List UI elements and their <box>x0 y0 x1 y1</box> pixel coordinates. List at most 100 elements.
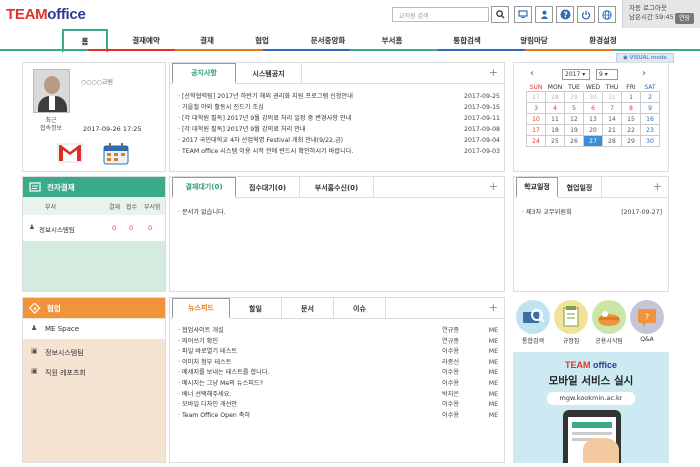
nav-notice-board[interactable]: 알림마당 <box>504 29 564 51</box>
list-item[interactable]: · 메세지를 보내는 테스트를 합니다. 이수용 ME <box>178 368 498 379</box>
calendar-day-today[interactable]: 27 <box>583 135 603 147</box>
calendar-day[interactable]: 17 <box>526 124 546 136</box>
list-item[interactable]: · 이미지 첨부 테스트 라종선 ME <box>178 358 498 369</box>
plus-icon[interactable]: + <box>489 301 498 314</box>
tab-dept-received[interactable]: 부서홈수신(0) <box>300 177 374 198</box>
plus-icon[interactable]: + <box>653 180 662 193</box>
calendar-day[interactable]: 12 <box>564 113 584 125</box>
calendar-day[interactable]: 30 <box>640 135 660 147</box>
month-select[interactable]: 9 ▾ <box>596 69 618 80</box>
row-count[interactable]: 0 <box>148 224 152 232</box>
approval-header[interactable]: 전자결재 <box>23 177 165 197</box>
calendar-day[interactable]: 4 <box>545 102 565 114</box>
year-select[interactable]: 2017 ▾ <box>562 69 590 80</box>
calendar-day[interactable]: 15 <box>621 113 641 125</box>
collab-header[interactable]: 협업 <box>23 298 165 318</box>
calendar-day[interactable]: 19 <box>564 124 584 136</box>
nav-collaboration[interactable]: 협업 <box>238 29 286 51</box>
gmail-icon[interactable] <box>57 143 83 165</box>
tab-issues[interactable]: 이슈 <box>334 298 386 319</box>
nav-document-center[interactable]: 문서중앙화 <box>298 29 358 51</box>
row-count[interactable]: 0 <box>112 224 116 232</box>
collab-item-infosys[interactable]: ▣ 정보시스템팀 <box>23 342 165 362</box>
tab-system-notice[interactable]: 시스템공지 <box>236 63 302 84</box>
list-item[interactable]: · 모바일 디자인 개선안 이수용 ME <box>178 400 498 411</box>
calendar-day[interactable]: 29 <box>564 91 584 103</box>
calendar-day[interactable]: 10 <box>526 113 546 125</box>
calendar-day[interactable]: 22 <box>621 124 641 136</box>
tab-documents[interactable]: 문서 <box>282 298 334 319</box>
calendar-day[interactable]: 16 <box>640 113 660 125</box>
calendar-day[interactable]: 26 <box>564 135 584 147</box>
calendar-day[interactable]: 11 <box>545 113 565 125</box>
regulations-icon[interactable] <box>554 300 588 334</box>
calendar-day[interactable]: 20 <box>583 124 603 136</box>
search-input[interactable]: 교직원 검색 <box>392 7 489 22</box>
calendar-day[interactable]: 31 <box>602 91 622 103</box>
calendar-day[interactable]: 14 <box>602 113 622 125</box>
calendar-day[interactable]: 21 <box>602 124 622 136</box>
tab-todo[interactable]: 할일 <box>230 298 282 319</box>
calendar-day[interactable]: 5 <box>564 102 584 114</box>
mobile-service-banner[interactable]: TEAM office 모바일 서비스 실시 mgw.kookmin.ac.kr <box>513 352 669 463</box>
calendar-day[interactable]: 6 <box>583 102 603 114</box>
power-icon[interactable] <box>577 6 595 23</box>
calendar-day[interactable]: 1 <box>621 91 641 103</box>
extend-session-button[interactable]: 연장 <box>674 13 694 24</box>
app-logo[interactable]: TEAMoffice <box>6 6 86 23</box>
list-item[interactable]: · [산학협력팀] 2017년 하반기 해외 권리화 지원 프로그램 신청안내 2… <box>178 91 500 102</box>
list-item[interactable]: · Team Office Open 축하 이수용 ME <box>178 411 498 422</box>
nav-department-home[interactable]: 부서홈 <box>366 29 418 51</box>
prev-month-icon[interactable]: ‹ <box>530 68 534 79</box>
help-icon[interactable]: ? <box>556 6 574 23</box>
list-item[interactable]: · 배너 선택해주세요. 박지은 ME <box>178 390 498 401</box>
calendar-day[interactable]: 13 <box>583 113 603 125</box>
globe-icon[interactable] <box>598 6 616 23</box>
calendar-day[interactable]: 29 <box>621 135 641 147</box>
calendar-day[interactable]: 24 <box>526 135 546 147</box>
table-row[interactable]: ♟ 정보시스템팀 0 0 0 <box>23 215 165 241</box>
list-item[interactable]: · [각 대학원 필독] 2017년 9월 강의료 처리 안내 2017-09-0… <box>178 124 500 135</box>
calendar-day[interactable]: 28 <box>545 91 565 103</box>
tab-pending-receipt[interactable]: 접수대기(0) <box>236 177 300 198</box>
monitor-icon[interactable] <box>514 6 532 23</box>
quick-label[interactable]: 통합검색 <box>514 336 552 345</box>
calendar-day[interactable]: 18 <box>545 124 565 136</box>
calendar-day[interactable]: 27 <box>526 91 546 103</box>
nav-approval-reservation[interactable]: 결재예약 <box>118 29 174 51</box>
list-item[interactable]: · 가을철 야외 활동시 진드기 조심 2017-09-15 <box>178 102 500 113</box>
quick-label[interactable]: Q&A <box>628 336 666 343</box>
next-month-icon[interactable]: › <box>642 68 646 79</box>
nav-unified-search[interactable]: 통합검색 <box>436 29 498 51</box>
list-item[interactable]: · 제3차 교무위원회 [2017-09-27] <box>522 207 662 218</box>
collab-item-mespace[interactable]: ♟ ME Space <box>23 319 165 339</box>
search-icon[interactable] <box>491 6 509 23</box>
list-item[interactable]: · [각 대학원 필독] 2017년 9월 강의료 처리 일정 중 변경사항 안… <box>178 113 500 124</box>
calendar-day[interactable]: 3 <box>526 102 546 114</box>
user-icon[interactable] <box>535 6 553 23</box>
list-item[interactable]: · 협업사이트 개설 연규종 ME <box>178 326 498 337</box>
calendar-day[interactable]: 28 <box>602 135 622 147</box>
tab-newsfeed[interactable]: 뉴스피드 <box>172 298 230 319</box>
list-item[interactable]: · TEAM office 시스템 이용 시작 전에 반드시 확인하시기 바랍니… <box>178 146 500 157</box>
calendar-day[interactable]: 30 <box>583 91 603 103</box>
row-count[interactable]: 0 <box>129 224 133 232</box>
cafeteria-icon[interactable] <box>592 300 626 334</box>
calendar-day[interactable]: 8 <box>621 102 641 114</box>
nav-approval[interactable]: 결재 <box>182 29 232 51</box>
tab-notice[interactable]: 공지사항 <box>172 63 236 84</box>
quick-label[interactable]: 공용시식팀 <box>590 336 628 345</box>
unified-search-icon[interactable] <box>516 300 550 334</box>
tab-collab-schedule[interactable]: 협업일정 <box>558 177 602 198</box>
list-item[interactable]: · 메시지는 그냥 Me의 뉴스피드? 이수용 ME <box>178 379 498 390</box>
calendar-day[interactable]: 25 <box>545 135 565 147</box>
calendar-day[interactable]: 7 <box>602 102 622 114</box>
collab-item-sports[interactable]: ▣ 직원 레포츠회 <box>23 362 165 382</box>
nav-settings[interactable]: 환경설정 <box>572 29 634 51</box>
tab-pending-approval[interactable]: 결재대기(0) <box>172 177 236 198</box>
list-item[interactable]: · 파일 바로열기 테스트 이수용 ME <box>178 347 498 358</box>
calendar-day[interactable]: 9 <box>640 102 660 114</box>
qna-icon[interactable]: ? <box>630 300 664 334</box>
plus-icon[interactable]: + <box>489 66 498 79</box>
tab-school-schedule[interactable]: 학교일정 <box>516 177 558 198</box>
